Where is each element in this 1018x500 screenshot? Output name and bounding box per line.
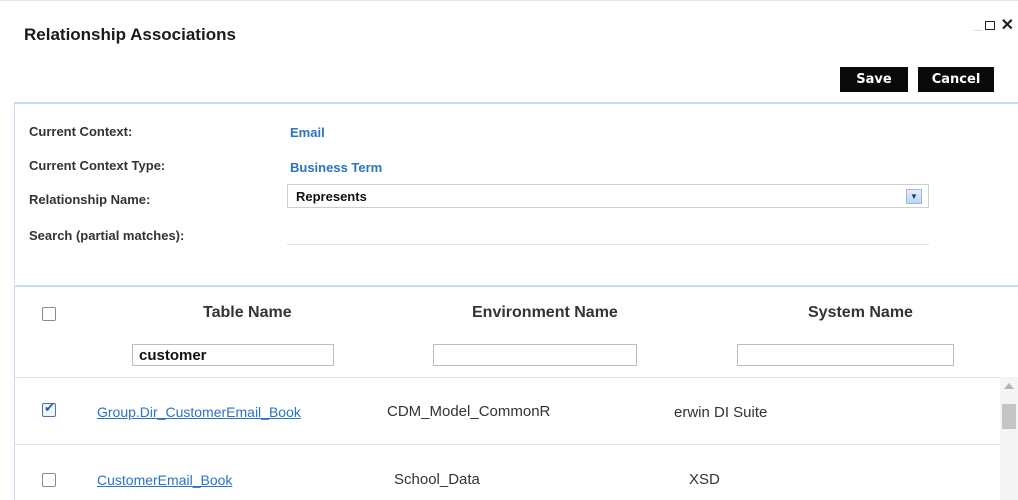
chevron-down-icon[interactable]: ▼ [906,189,922,204]
window-controls: ✕ [984,18,1014,34]
vertical-scrollbar[interactable] [1000,377,1018,500]
toolbar: Save Cancel [840,67,994,92]
close-icon[interactable]: ✕ [1001,18,1014,34]
search-label: Search (partial matches): [29,228,185,243]
select-all-checkbox[interactable] [42,307,56,321]
table-name-link[interactable]: Group.Dir_CustomerEmail_Book [97,404,301,420]
search-input[interactable] [287,244,929,245]
table-name-link[interactable]: CustomerEmail_Book [97,472,232,488]
save-button[interactable]: Save [840,67,908,92]
row-divider [15,444,1005,445]
row-checkbox[interactable] [42,473,56,487]
column-header-table-name[interactable]: Table Name [203,304,292,322]
context-form: Current Context: Email Current Context T… [14,104,1018,284]
relationship-name-label: Relationship Name: [29,192,151,207]
current-context-value: Email [290,125,325,140]
column-header-environment-name[interactable]: Environment Name [472,304,618,322]
top-strip [0,0,1018,8]
title-divider [974,30,982,31]
row-checkbox[interactable] [42,401,56,417]
context-type-label: Current Context Type: [29,158,166,173]
relationship-name-value: Represents [296,188,367,204]
maximize-icon[interactable] [984,18,995,34]
cancel-button[interactable]: Cancel [918,67,994,92]
scroll-thumb[interactable] [1002,404,1016,429]
system-name-cell: erwin DI Suite [674,404,768,421]
environment-name-cell: CDM_Model_CommonR [387,403,551,420]
current-context-label: Current Context: [29,124,133,139]
system-name-cell: XSD [689,471,720,488]
environment-name-filter-input[interactable] [433,344,637,366]
context-type-value: Business Term [290,160,383,175]
results-grid: Table Name Environment Name System Name … [14,287,1018,500]
relationship-name-select[interactable]: Represents ▼ [287,184,929,208]
column-header-system-name[interactable]: System Name [808,304,913,322]
environment-name-cell: School_Data [394,471,480,488]
scroll-up-icon[interactable] [1004,383,1014,389]
table-name-filter-input[interactable] [132,344,334,366]
system-name-filter-input[interactable] [737,344,954,366]
dialog-title: Relationship Associations [24,25,236,44]
row-divider [15,377,1005,378]
